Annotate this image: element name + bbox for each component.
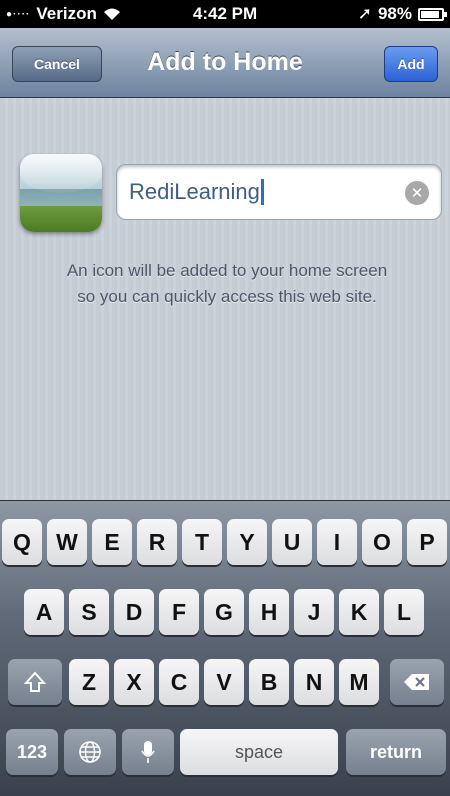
key-z[interactable]: Z	[69, 659, 109, 705]
shift-icon	[24, 671, 46, 692]
key-k[interactable]: K	[339, 589, 379, 635]
shift-key[interactable]	[8, 659, 62, 705]
key-d[interactable]: D	[114, 589, 154, 635]
key-y[interactable]: Y	[227, 519, 267, 565]
bookmark-name-input[interactable]: RediLearning ✕	[116, 164, 442, 220]
key-a[interactable]: A	[24, 589, 64, 635]
key-b[interactable]: B	[249, 659, 289, 705]
key-w[interactable]: W	[47, 519, 87, 565]
return-key[interactable]: return	[346, 729, 446, 775]
page-title: Add to Home	[147, 48, 303, 76]
numbers-key[interactable]: 123	[6, 729, 58, 775]
microphone-icon	[141, 741, 155, 763]
text-cursor	[260, 179, 264, 205]
navigation-bar: Cancel Add to Home Add	[0, 28, 450, 98]
key-u[interactable]: U	[272, 519, 312, 565]
key-r[interactable]: R	[137, 519, 177, 565]
add-to-home-form: RediLearning ✕ An icon will be added to …	[0, 98, 450, 500]
key-h[interactable]: H	[249, 589, 289, 635]
key-s[interactable]: S	[69, 589, 109, 635]
info-line-1: An icon will be added to your home scree…	[66, 261, 388, 280]
key-v[interactable]: V	[204, 659, 244, 705]
add-button[interactable]: Add	[384, 46, 438, 82]
key-m[interactable]: M	[339, 659, 379, 705]
backspace-icon	[404, 674, 429, 690]
battery-percent: 98%	[377, 4, 412, 23]
key-p[interactable]: P	[407, 519, 447, 565]
globe-icon	[79, 741, 101, 763]
info-text: An icon will be added to your home scree…	[18, 258, 436, 310]
delete-key[interactable]	[390, 659, 444, 705]
key-n[interactable]: N	[294, 659, 334, 705]
web-clip-icon	[20, 154, 102, 232]
onscreen-keyboard: Q W E R T Y U I O P A S D F G H J K L Z …	[0, 500, 450, 796]
key-i[interactable]: I	[317, 519, 357, 565]
bookmark-name-value: RediLearning	[129, 179, 260, 204]
space-key[interactable]: space	[180, 729, 338, 775]
key-j[interactable]: J	[294, 589, 334, 635]
clear-text-icon[interactable]: ✕	[405, 181, 429, 205]
status-bar: ●···· Verizon 4:42 PM ➚ 98%	[0, 0, 450, 28]
battery-info: ➚ 98%	[357, 4, 447, 24]
key-t[interactable]: T	[182, 519, 222, 565]
key-x[interactable]: X	[114, 659, 154, 705]
key-l[interactable]: L	[384, 589, 424, 635]
key-e[interactable]: E	[92, 519, 132, 565]
location-arrow-icon: ➚	[357, 4, 372, 23]
globe-key[interactable]	[64, 729, 116, 775]
key-g[interactable]: G	[204, 589, 244, 635]
key-f[interactable]: F	[159, 589, 199, 635]
key-q[interactable]: Q	[2, 519, 42, 565]
key-c[interactable]: C	[159, 659, 199, 705]
key-o[interactable]: O	[362, 519, 402, 565]
battery-icon	[418, 7, 447, 21]
info-line-2: so you can quickly access this web site.	[77, 287, 377, 306]
dictation-key[interactable]	[122, 729, 174, 775]
